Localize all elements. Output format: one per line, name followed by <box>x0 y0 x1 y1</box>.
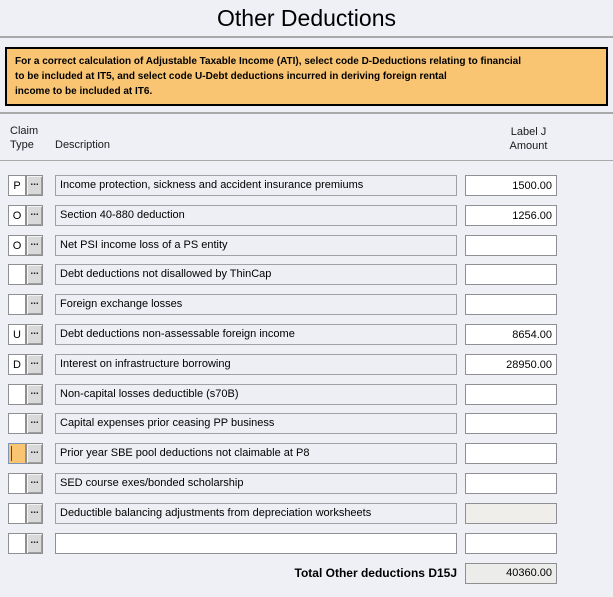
description-field: Non-capital losses deductible (s70B) <box>55 384 457 405</box>
claim-type-picker-button[interactable]: ... <box>26 384 43 405</box>
claim-type-input[interactable] <box>8 175 26 196</box>
description-input[interactable] <box>55 533 457 554</box>
claim-type-input[interactable] <box>8 205 26 226</box>
claim-type-picker-button[interactable]: ... <box>26 205 43 226</box>
description-field: Deductible balancing adjustments from de… <box>55 503 457 524</box>
row-non-capital-losses: ... Non-capital losses deductible (s70B) <box>0 384 613 405</box>
row-sed-course: ... SED course exes/bonded scholarship <box>0 473 613 494</box>
claim-type-picker-button[interactable]: ... <box>26 533 43 554</box>
row-sbe-pool-deductions: ... Prior year SBE pool deductions not c… <box>0 443 613 464</box>
description-field: Net PSI income loss of a PS entity <box>55 235 457 256</box>
amount-input-disabled <box>465 503 557 524</box>
row-capital-expenses-pp: ... Capital expenses prior ceasing PP bu… <box>0 413 613 434</box>
row-net-psi-loss: ... Net PSI income loss of a PS entity <box>0 235 613 256</box>
row-blank-entry: ... <box>0 533 613 554</box>
claim-type-input[interactable] <box>8 235 26 256</box>
description-field: Interest on infrastructure borrowing <box>55 354 457 375</box>
amount-input[interactable] <box>465 205 557 226</box>
row-income-protection: ... Income protection, sickness and acci… <box>0 175 613 196</box>
amount-input[interactable] <box>465 413 557 434</box>
claim-type-input[interactable] <box>8 413 26 434</box>
claim-type-input[interactable] <box>8 294 26 315</box>
description-field: Prior year SBE pool deductions not claim… <box>55 443 457 464</box>
claim-type-input[interactable] <box>8 533 26 554</box>
divider <box>0 36 613 38</box>
column-header-description: Description <box>55 139 110 151</box>
amount-input[interactable] <box>465 324 557 345</box>
amount-input[interactable] <box>465 294 557 315</box>
amount-input[interactable] <box>465 384 557 405</box>
claim-type-picker-button[interactable]: ... <box>26 264 43 285</box>
claim-type-picker-button[interactable]: ... <box>26 175 43 196</box>
divider <box>0 160 613 161</box>
row-section-40-880: ... Section 40-880 deduction <box>0 205 613 226</box>
column-header-label-j: Label J <box>465 125 592 139</box>
claim-type-input[interactable] <box>8 264 26 285</box>
claim-type-picker-button[interactable]: ... <box>26 324 43 345</box>
amount-input[interactable] <box>465 354 557 375</box>
claim-type-picker-button[interactable]: ... <box>26 235 43 256</box>
amount-input[interactable] <box>465 473 557 494</box>
column-header-claim: Claim <box>10 125 38 137</box>
total-amount-field: 40360.00 <box>465 563 557 584</box>
claim-type-picker-button[interactable]: ... <box>26 413 43 434</box>
amount-input[interactable] <box>465 235 557 256</box>
claim-type-input[interactable] <box>8 473 26 494</box>
total-label: Total Other deductions D15J <box>0 566 457 580</box>
claim-type-picker-button[interactable]: ... <box>26 294 43 315</box>
amount-input[interactable] <box>465 175 557 196</box>
description-field: Foreign exchange losses <box>55 294 457 315</box>
description-field: Debt deductions non-assessable foreign i… <box>55 324 457 345</box>
description-field: SED course exes/bonded scholarship <box>55 473 457 494</box>
claim-type-input[interactable] <box>8 354 26 375</box>
row-debt-deductions-foreign: ... Debt deductions non-assessable forei… <box>0 324 613 345</box>
description-field: Income protection, sickness and accident… <box>55 175 457 196</box>
description-field: Debt deductions not disallowed by ThinCa… <box>55 264 457 285</box>
column-header-claim-type: Type <box>10 139 34 151</box>
amount-input[interactable] <box>465 264 557 285</box>
claim-type-input[interactable] <box>8 384 26 405</box>
row-thincap: ... Debt deductions not disallowed by Th… <box>0 264 613 285</box>
claim-type-picker-button[interactable]: ... <box>26 443 43 464</box>
claim-type-picker-button[interactable]: ... <box>26 473 43 494</box>
claim-type-input[interactable] <box>8 503 26 524</box>
amount-input[interactable] <box>465 533 557 554</box>
description-field: Section 40-880 deduction <box>55 205 457 226</box>
text-caret <box>11 446 12 461</box>
divider <box>0 112 613 114</box>
row-depreciation-adjustments: ... Deductible balancing adjustments fro… <box>0 503 613 524</box>
amount-input[interactable] <box>465 443 557 464</box>
claim-type-picker-button[interactable]: ... <box>26 503 43 524</box>
ati-notice-box: For a correct calculation of Adjustable … <box>5 47 608 106</box>
claim-type-picker-button[interactable]: ... <box>26 354 43 375</box>
other-deductions-form: Other Deductions For a correct calculati… <box>0 0 613 597</box>
claim-type-input[interactable] <box>8 324 26 345</box>
column-header-amount-text: Amount <box>465 139 592 153</box>
row-infrastructure-borrowing: ... Interest on infrastructure borrowing <box>0 354 613 375</box>
description-field: Capital expenses prior ceasing PP busine… <box>55 413 457 434</box>
row-forex-losses: ... Foreign exchange losses <box>0 294 613 315</box>
column-header-amount: Label J Amount <box>465 125 592 153</box>
page-title: Other Deductions <box>0 5 613 32</box>
